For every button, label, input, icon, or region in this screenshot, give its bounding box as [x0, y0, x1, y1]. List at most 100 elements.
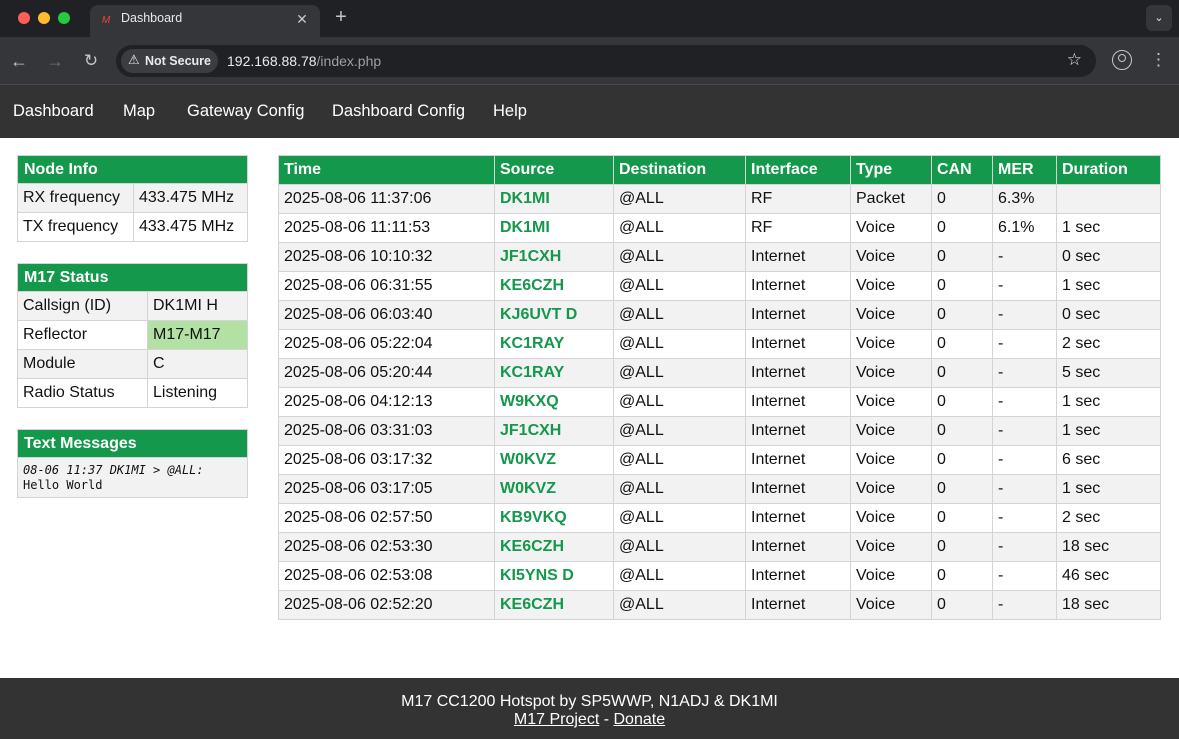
- cell-mer: -: [992, 532, 1057, 562]
- footer: M17 CC1200 Hotspot by SP5WWP, N1ADJ & DK…: [0, 678, 1179, 739]
- cell-type: Voice: [850, 561, 932, 591]
- cell-source[interactable]: JF1CXH: [494, 416, 614, 446]
- cell-source[interactable]: W0KVZ: [494, 445, 614, 475]
- table-row: 2025-08-06 02:52:20 KE6CZH @ALL Internet Voi…: [278, 590, 1161, 620]
- cell-source[interactable]: KI5YNS D: [494, 561, 614, 591]
- cell-time: 2025-08-06 03:17:32: [278, 445, 495, 475]
- nav-gateway-config[interactable]: Gateway Config: [187, 102, 304, 121]
- table-row: 2025-08-06 06:03:40 KJ6UVT D @ALL Internet V…: [278, 300, 1161, 330]
- nav-dashboard[interactable]: Dashboard: [13, 102, 94, 121]
- browser-tab-bar: M Dashboard ✕ + ⌄: [0, 0, 1179, 37]
- cell-source[interactable]: DK1MI: [494, 184, 614, 214]
- cell-time: 2025-08-06 05:22:04: [278, 329, 495, 359]
- cell-interface: Internet: [745, 242, 851, 272]
- cell-destination: @ALL: [613, 503, 746, 533]
- cell-time: 2025-08-06 02:53:08: [278, 561, 495, 591]
- cell-type: Voice: [850, 532, 932, 562]
- kebab-menu-icon[interactable]: ⋮: [1150, 49, 1167, 71]
- cell-can: 0: [931, 271, 993, 301]
- cell-can: 0: [931, 184, 993, 214]
- cell-source[interactable]: KB9VKQ: [494, 503, 614, 533]
- cell-source[interactable]: KJ6UVT D: [494, 300, 614, 330]
- cell-type: Voice: [850, 213, 932, 243]
- last-heard-header-row: Time Source Destination Interface Type C…: [278, 155, 1161, 185]
- cell-source[interactable]: W0KVZ: [494, 474, 614, 504]
- cell-source[interactable]: DK1MI: [494, 213, 614, 243]
- cell-duration: 0 sec: [1056, 300, 1161, 330]
- column-header-interface: Interface: [745, 155, 851, 185]
- tab-search-chevron-icon[interactable]: ⌄: [1146, 5, 1172, 31]
- cell-interface: Internet: [745, 416, 851, 446]
- cell-time: 2025-08-06 04:12:13: [278, 387, 495, 417]
- cell-duration: 1 sec: [1056, 271, 1161, 301]
- text-messages-title: Text Messages: [17, 429, 248, 458]
- column-header-duration: Duration: [1056, 155, 1161, 185]
- reload-icon[interactable]: ↻: [80, 50, 102, 72]
- table-row: 2025-08-06 03:17:05 W0KVZ @ALL Internet Voic…: [278, 474, 1161, 504]
- nav-map[interactable]: Map: [123, 102, 155, 121]
- profile-icon[interactable]: [1112, 50, 1132, 70]
- message-header: 08-06 11:37 DK1MI > @ALL:: [23, 462, 204, 477]
- cell-destination: @ALL: [613, 213, 746, 243]
- cell-duration: 1 sec: [1056, 387, 1161, 417]
- rx-frequency-label: RX frequency: [17, 183, 134, 213]
- cell-type: Voice: [850, 503, 932, 533]
- column-header-destination: Destination: [613, 155, 746, 185]
- cell-source[interactable]: KC1RAY: [494, 358, 614, 388]
- site-navigation: Dashboard Map Gateway Config Dashboard C…: [0, 85, 1179, 138]
- cell-mer: -: [992, 416, 1057, 446]
- cell-destination: @ALL: [613, 532, 746, 562]
- cell-duration: 5 sec: [1056, 358, 1161, 388]
- footer-links: M17 Project - Donate: [0, 711, 1179, 729]
- bookmark-star-icon[interactable]: ☆: [1067, 50, 1082, 70]
- cell-can: 0: [931, 503, 993, 533]
- cell-source[interactable]: KE6CZH: [494, 271, 614, 301]
- cell-duration: 1 sec: [1056, 474, 1161, 504]
- cell-source[interactable]: JF1CXH: [494, 242, 614, 272]
- column-header-mer: MER: [992, 155, 1057, 185]
- m17-project-link[interactable]: M17 Project: [514, 711, 599, 728]
- tab-close-icon[interactable]: ✕: [294, 11, 310, 27]
- cell-source[interactable]: KE6CZH: [494, 532, 614, 562]
- cell-source[interactable]: KE6CZH: [494, 590, 614, 620]
- table-row: 2025-08-06 04:12:13 W9KXQ @ALL Internet Voic…: [278, 387, 1161, 417]
- cell-type: Voice: [850, 387, 932, 417]
- security-indicator[interactable]: ⚠ Not Secure: [121, 49, 218, 73]
- cell-mer: -: [992, 590, 1057, 620]
- cell-interface: Internet: [745, 271, 851, 301]
- footer-separator: -: [599, 711, 614, 728]
- new-tab-button[interactable]: +: [331, 7, 351, 27]
- cell-interface: Internet: [745, 503, 851, 533]
- nav-dashboard-config[interactable]: Dashboard Config: [332, 102, 465, 121]
- cell-can: 0: [931, 213, 993, 243]
- forward-arrow-icon[interactable]: →: [44, 50, 66, 72]
- cell-interface: RF: [745, 184, 851, 214]
- cell-source[interactable]: W9KXQ: [494, 387, 614, 417]
- browser-tab-dashboard[interactable]: M Dashboard ✕: [90, 5, 320, 37]
- cell-duration: [1056, 184, 1161, 214]
- node-info-table: Node Info RX frequency 433.475 MHz TX fr…: [17, 155, 248, 242]
- radio-status-label: Radio Status: [17, 378, 148, 408]
- table-row: 2025-08-06 06:31:55 KE6CZH @ALL Internet Voi…: [278, 271, 1161, 301]
- back-arrow-icon[interactable]: ←: [8, 50, 30, 72]
- cell-interface: Internet: [745, 387, 851, 417]
- last-heard-body: 2025-08-06 11:37:06 DK1MI @ALL RF Packet 0 6.3…: [278, 184, 1161, 620]
- footer-credit: M17 CC1200 Hotspot by SP5WWP, N1ADJ & DK…: [401, 693, 778, 710]
- window-minimize-button[interactable]: [38, 12, 50, 24]
- donate-link[interactable]: Donate: [614, 711, 666, 728]
- address-bar[interactable]: ⚠ Not Secure 192.168.88.78/index.php ☆: [116, 45, 1096, 77]
- cell-time: 2025-08-06 11:11:53: [278, 213, 495, 243]
- nav-help[interactable]: Help: [493, 102, 527, 121]
- node-info-title: Node Info: [17, 155, 248, 184]
- cell-source[interactable]: KC1RAY: [494, 329, 614, 359]
- window-maximize-button[interactable]: [58, 12, 70, 24]
- url-text[interactable]: 192.168.88.78/index.php: [227, 53, 381, 69]
- window-close-button[interactable]: [18, 12, 30, 24]
- cell-mer: -: [992, 271, 1057, 301]
- cell-destination: @ALL: [613, 300, 746, 330]
- cell-destination: @ALL: [613, 242, 746, 272]
- cell-destination: @ALL: [613, 561, 746, 591]
- cell-time: 2025-08-06 05:20:44: [278, 358, 495, 388]
- column-header-source: Source: [494, 155, 614, 185]
- last-heard-table: Time Source Destination Interface Type C…: [278, 155, 1161, 620]
